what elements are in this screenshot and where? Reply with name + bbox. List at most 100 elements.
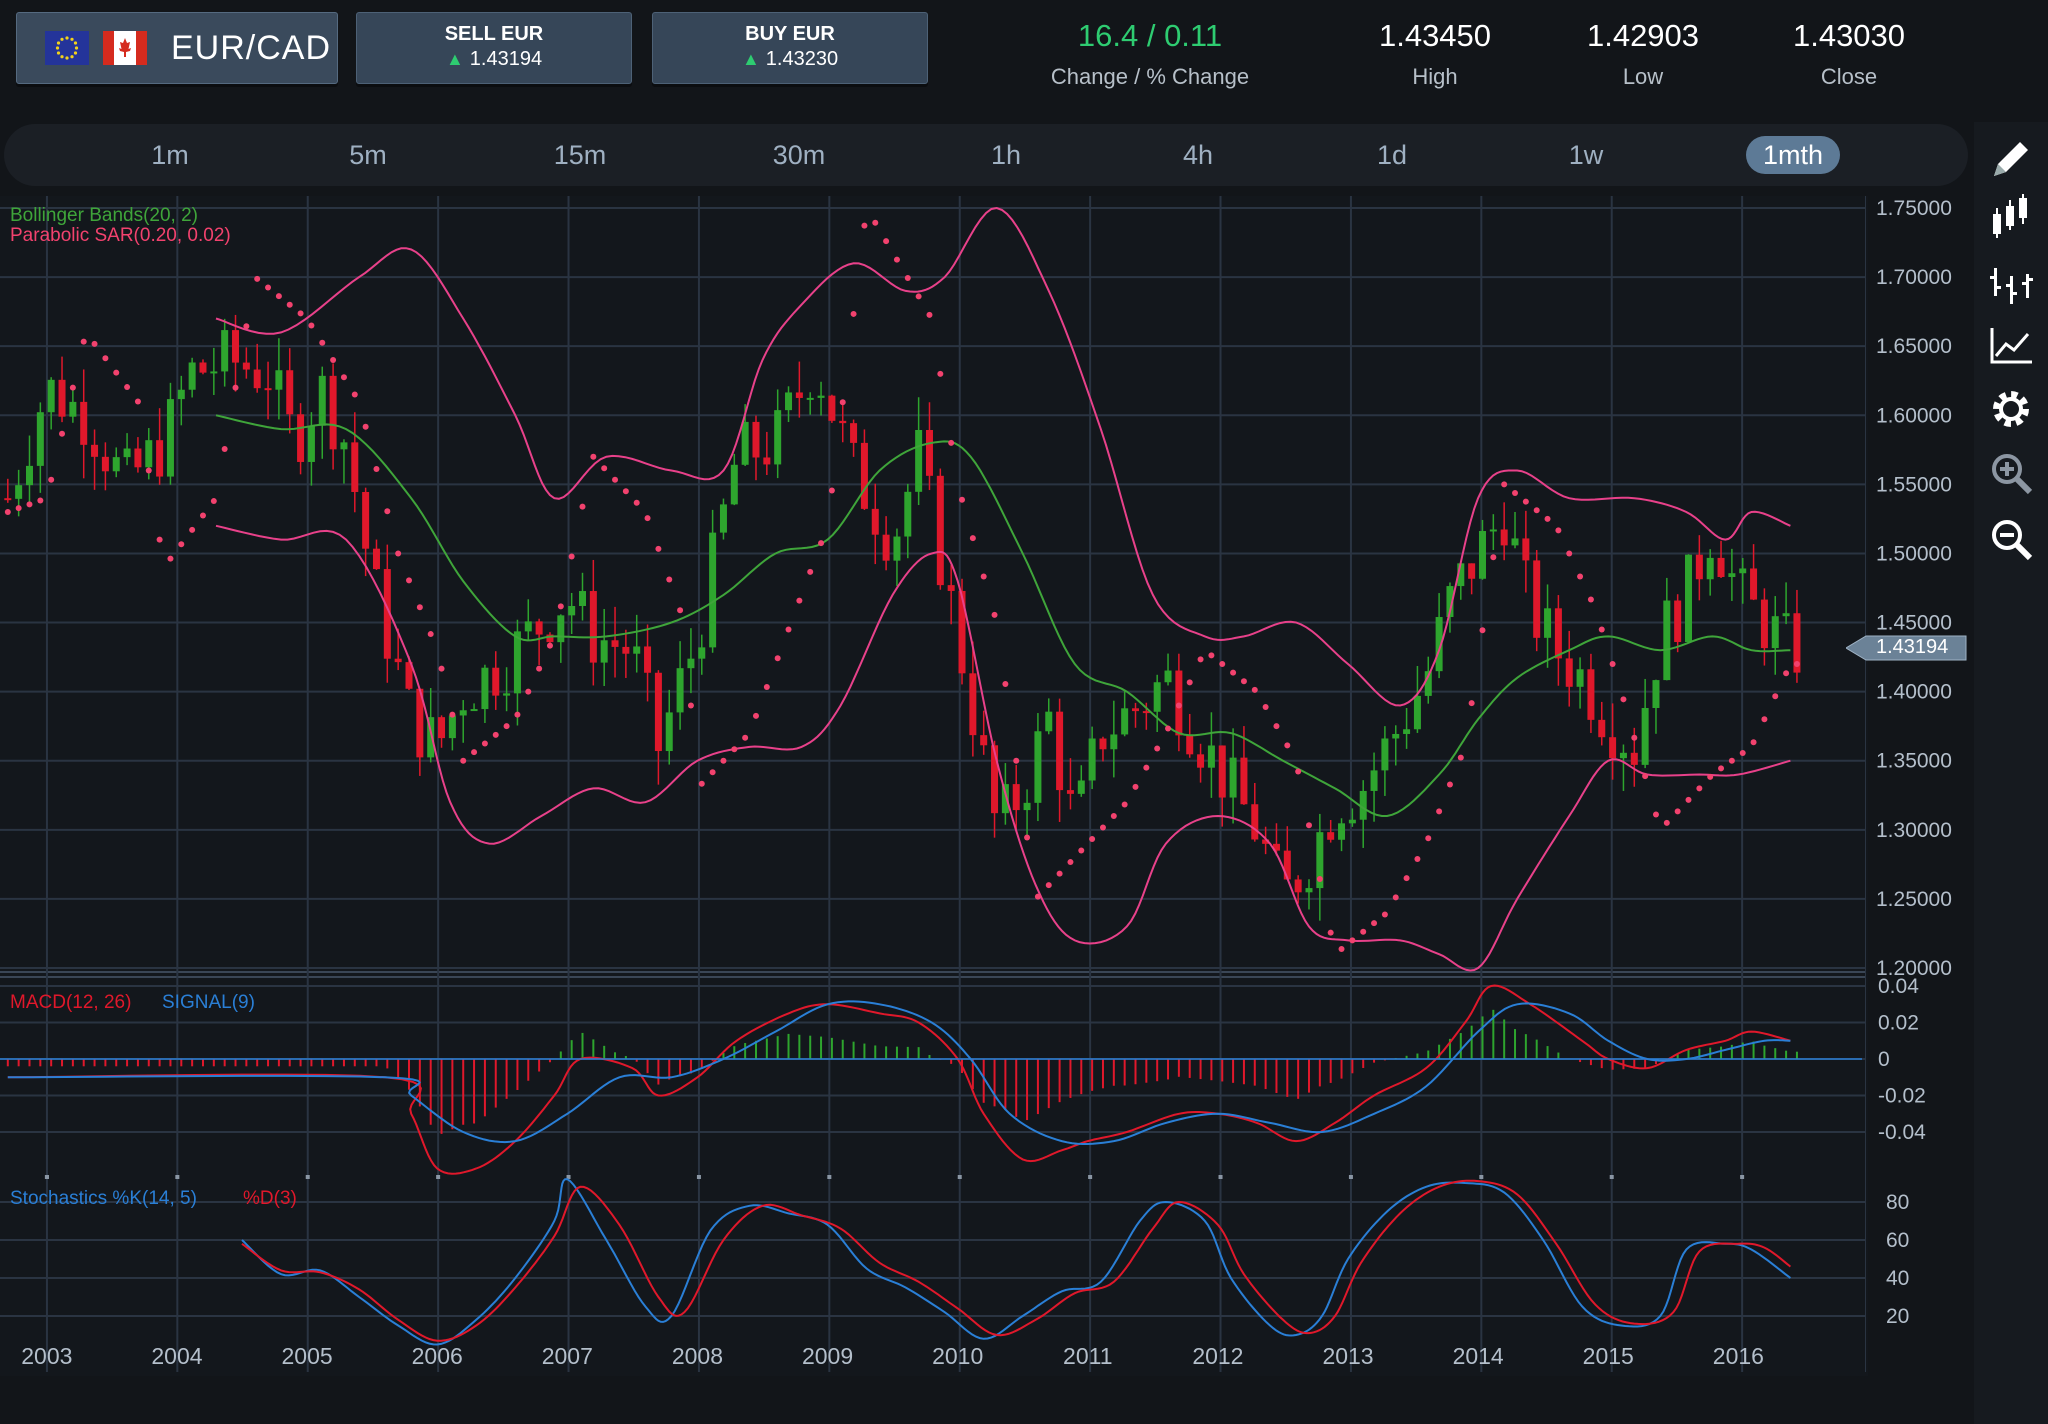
high-stat: 1.43450 High <box>1330 18 1540 90</box>
candle-body <box>1132 708 1140 712</box>
candle-body <box>1207 745 1215 768</box>
stoch-tick-label: 40 <box>1886 1267 1909 1290</box>
bar-chart-icon[interactable] <box>1986 258 2036 308</box>
sar-dot <box>655 545 662 552</box>
sar-dot <box>1273 723 1280 730</box>
parabolic-sar-dots <box>4 219 1800 952</box>
candle-body <box>503 693 511 696</box>
sar-dot <box>1251 686 1258 693</box>
sar-dot <box>1566 550 1573 557</box>
sar-dot <box>1219 661 1226 667</box>
candle-body <box>112 457 120 472</box>
candle-body <box>1240 757 1248 805</box>
candle-body <box>1099 738 1107 750</box>
candle-body <box>1587 669 1595 720</box>
candle-body <box>36 412 44 466</box>
candle-body <box>665 712 673 752</box>
low-stat: 1.42903 Low <box>1538 18 1748 90</box>
sar-dot <box>1186 679 1193 686</box>
candlestick-icon[interactable] <box>1986 192 2036 242</box>
price-tick-label: 1.40000 <box>1876 681 1952 704</box>
timeframe-5m[interactable]: 5m <box>322 136 414 174</box>
timeframe-1mth[interactable]: 1mth <box>1746 136 1840 174</box>
price-tick-label: 1.35000 <box>1876 750 1952 773</box>
timeframe-15m[interactable]: 15m <box>530 136 630 174</box>
candle-body <box>448 715 456 739</box>
candle-body <box>882 534 890 561</box>
panel-marker <box>827 1175 832 1179</box>
macd-tick-label: 0 <box>1878 1048 1890 1071</box>
sar-dot <box>937 370 944 377</box>
line-chart-icon[interactable] <box>1986 320 2036 370</box>
candle-body <box>1251 804 1259 840</box>
sar-dot <box>373 466 380 473</box>
candle-body <box>1218 745 1226 798</box>
candle-body <box>1468 563 1476 579</box>
sar-dot <box>167 555 174 562</box>
y-axis-overlay: 1.75000 1.70000 1.65000 1.60000 1.55000 1.500… <box>1876 197 1952 1328</box>
up-triangle-icon: ▲ <box>445 49 464 69</box>
sar-dot <box>1154 745 1161 752</box>
timeframe-1w[interactable]: 1w <box>1540 136 1632 174</box>
candle-body <box>839 420 847 424</box>
sar-dot <box>926 311 933 318</box>
sar-dot <box>37 497 44 504</box>
sar-dot <box>1663 819 1670 826</box>
candle-body <box>1771 616 1779 649</box>
timeframe-1h[interactable]: 1h <box>960 136 1052 174</box>
timeframe-1d[interactable]: 1d <box>1346 136 1438 174</box>
chart-area[interactable]: Bollinger Bands(20, 2) Parabolic SAR(0.2… <box>0 196 1868 1376</box>
sar-dot <box>178 541 185 548</box>
sar-dot <box>1034 893 1041 900</box>
sar-dot <box>48 476 55 483</box>
buy-button[interactable]: BUY EUR ▲ 1.43230 <box>652 12 928 84</box>
bollinger-middle-line <box>215 414 1791 817</box>
zoom-in-icon[interactable] <box>1986 448 2036 498</box>
candle-body <box>752 421 760 458</box>
candle-body <box>1186 735 1194 755</box>
parabolic-sar-label: Parabolic SAR(0.20, 0.02) <box>10 225 231 246</box>
candle-body <box>91 444 99 457</box>
stoch-tick-label: 60 <box>1886 1229 1909 1252</box>
candle-body <box>101 456 109 472</box>
sar-dot <box>1501 481 1508 488</box>
x-tick-label: 2009 <box>802 1343 853 1369</box>
price-chart[interactable]: Bollinger Bands(20, 2) Parabolic SAR(0.2… <box>0 196 1868 1376</box>
candle-body <box>1229 757 1237 798</box>
bollinger-label: Bollinger Bands(20, 2) <box>10 205 198 226</box>
sell-price: 1.43194 <box>469 48 543 70</box>
candle-body <box>1478 531 1486 579</box>
sar-dot <box>189 526 196 533</box>
candle-body <box>1728 573 1736 577</box>
timeframe-30m[interactable]: 30m <box>746 136 852 174</box>
sar-dot <box>1305 822 1312 829</box>
sar-dot <box>59 430 66 437</box>
timeframe-1m[interactable]: 1m <box>124 136 216 174</box>
sar-dot <box>915 293 922 300</box>
sar-dot <box>275 293 282 300</box>
pencil-icon[interactable] <box>1986 134 2036 184</box>
stoch-k-label: Stochastics %K(14, 5) <box>10 1188 197 1209</box>
sell-button[interactable]: SELL EUR ▲ 1.43194 <box>356 12 632 84</box>
candle-body <box>15 485 23 499</box>
candle-body <box>578 591 586 606</box>
high-label: High <box>1412 64 1458 89</box>
zoom-out-icon[interactable] <box>1986 514 2036 564</box>
sar-dot <box>1338 946 1345 952</box>
candle-body <box>936 475 944 586</box>
buy-label: BUY EUR <box>745 23 835 45</box>
timeframe-4h[interactable]: 4h <box>1152 136 1244 174</box>
sar-dot <box>677 607 684 614</box>
candle-body <box>969 673 977 736</box>
candle-body <box>232 330 240 363</box>
candle-body <box>1782 613 1790 617</box>
candle-body <box>1164 670 1172 683</box>
candle-body <box>199 362 207 373</box>
candle-body <box>568 605 576 616</box>
sar-dot <box>243 323 250 330</box>
candle-body <box>1706 557 1714 580</box>
sar-dot <box>796 597 803 604</box>
sar-dot <box>1652 811 1659 818</box>
instrument-selector[interactable]: EUR/CAD <box>16 12 338 84</box>
gear-icon[interactable] <box>1986 384 2036 434</box>
